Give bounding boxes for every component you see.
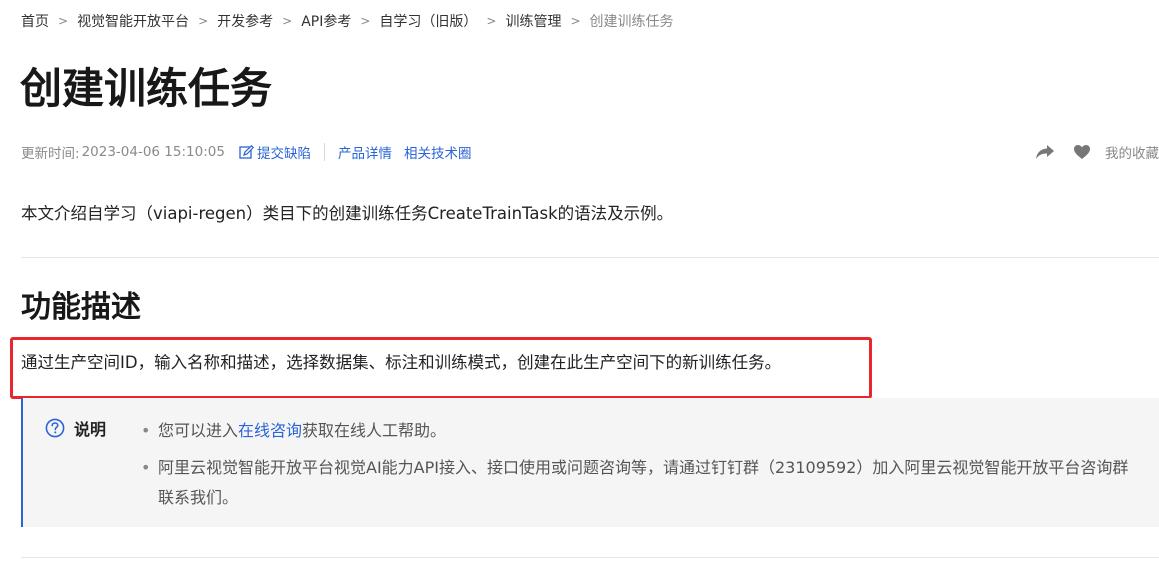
breadcrumb-self-learning[interactable]: 自学习（旧版）	[379, 11, 477, 31]
chevron-right-icon: >	[570, 14, 581, 28]
my-favorites-link[interactable]: 我的收藏	[1105, 142, 1159, 162]
submit-feedback-link[interactable]: 提交缺陷	[239, 142, 311, 162]
doc-page: 首页 > 视觉智能开放平台 > 开发参考 > API参考 > 自学习（旧版） >…	[0, 0, 1159, 566]
chevron-right-icon: >	[58, 14, 69, 28]
edit-icon	[239, 144, 254, 160]
online-consult-link[interactable]: 在线咨询	[238, 421, 302, 440]
note-label: 说明	[74, 420, 107, 439]
note-item-1-text-before: 您可以进入	[158, 421, 239, 440]
note-callout: 说明 您可以进入在线咨询获取在线人工帮助。 阿里云视觉智能开放平台视觉AI能力A…	[21, 398, 1159, 527]
breadcrumb-platform[interactable]: 视觉智能开放平台	[77, 11, 189, 31]
section-title-function: 功能描述	[21, 290, 141, 325]
section-divider	[21, 257, 1159, 258]
chevron-right-icon: >	[198, 14, 209, 28]
meta-divider	[323, 143, 325, 161]
tech-community-link[interactable]: 相关技术圈	[404, 142, 472, 162]
chevron-right-icon: >	[486, 14, 497, 28]
chevron-right-icon: >	[360, 14, 371, 28]
updated-label: 更新时间:	[21, 146, 80, 162]
annotation-highlight-box	[10, 337, 872, 399]
intro-text: 本文介绍自学习（viapi-regen）类目下的创建训练任务CreateTrai…	[21, 204, 674, 223]
breadcrumb-current: 创建训练任务	[589, 14, 674, 30]
breadcrumb: 首页 > 视觉智能开放平台 > 开发参考 > API参考 > 自学习（旧版） >…	[21, 11, 674, 31]
question-circle-icon	[45, 418, 65, 438]
updated-time: 2023-04-06 15:10:05	[81, 144, 225, 160]
meta-bar: 更新时间: 2023-04-06 15:10:05 提交缺陷 产品详情 相关技术…	[21, 142, 1159, 162]
note-header: 说明	[45, 416, 106, 440]
heart-icon[interactable]	[1073, 144, 1091, 160]
note-item-1-text-after: 获取在线人工帮助。	[302, 421, 447, 440]
note-item-online-consult: 您可以进入在线咨询获取在线人工帮助。	[141, 416, 1141, 446]
page-actions: 我的收藏	[1035, 142, 1159, 162]
chevron-right-icon: >	[282, 14, 293, 28]
note-list: 您可以进入在线咨询获取在线人工帮助。 阿里云视觉智能开放平台视觉AI能力API接…	[141, 416, 1141, 513]
share-icon[interactable]	[1035, 144, 1055, 160]
breadcrumb-dev-reference[interactable]: 开发参考	[217, 11, 273, 31]
submit-feedback-label: 提交缺陷	[256, 146, 311, 162]
note-item-dingtalk-group: 阿里云视觉智能开放平台视觉AI能力API接入、接口使用或问题咨询等，请通过钉钉群…	[141, 453, 1141, 513]
breadcrumb-home[interactable]: 首页	[21, 11, 49, 31]
product-details-link[interactable]: 产品详情	[338, 142, 392, 162]
page-title: 创建训练任务	[20, 64, 273, 113]
breadcrumb-api-reference[interactable]: API参考	[301, 11, 351, 31]
bottom-divider	[21, 557, 1159, 558]
breadcrumb-training-management[interactable]: 训练管理	[505, 11, 561, 31]
